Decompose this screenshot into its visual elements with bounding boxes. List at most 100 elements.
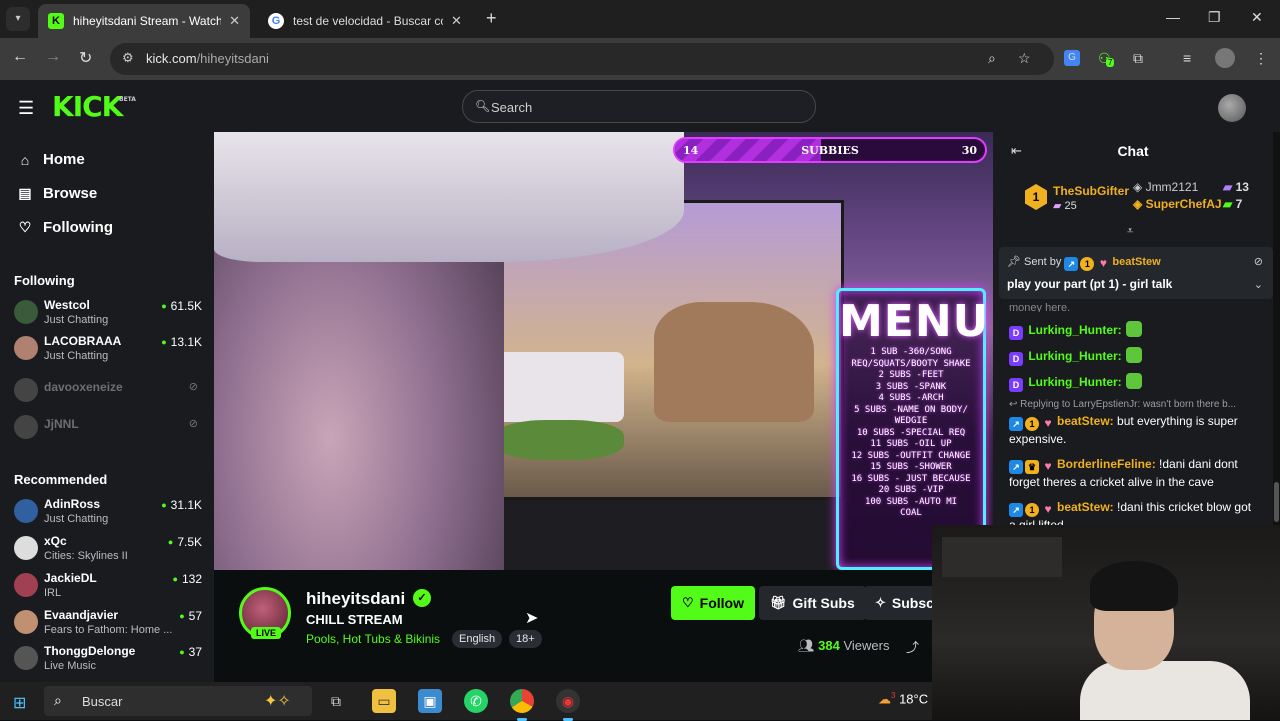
taskbar-search[interactable]: ⌕ Buscar ✦✧ bbox=[44, 686, 312, 716]
chrome-menu-icon[interactable]: ⋮ bbox=[1254, 50, 1268, 67]
hamburger-menu-icon[interactable]: ☰ bbox=[18, 98, 34, 119]
nav-home[interactable]: ⌂ Home bbox=[16, 151, 85, 168]
sub-goal-target: 30 bbox=[961, 144, 977, 157]
pin-toggle-icon[interactable]: ⩡ bbox=[1127, 225, 1133, 238]
sidebar-channel-westcol[interactable]: Westcol Just Chatting 61.5K bbox=[14, 298, 204, 330]
sidebar-channel-jackiedl[interactable]: JackieDL IRL 132 bbox=[14, 571, 204, 603]
video-player[interactable]: 14 SUBBIES 30 MENU 1 SUB -360/SONG REQ/SQ… bbox=[214, 132, 993, 570]
pinned-header: 📌︎ Sent by ↗ 1 ♥ beatStew bbox=[1007, 256, 1161, 271]
sidebar-channel-jjnnl[interactable]: JjNNL ⊘ bbox=[14, 409, 204, 441]
browser-tab-strip: ▾ K hiheyitsdani Stream - Watch Live ✕ G… bbox=[0, 0, 1280, 38]
mouse-cursor-icon: ➤ bbox=[525, 610, 539, 627]
reply-context: ↩ Replying to LarryEpstienJr: wasn't bor… bbox=[1009, 399, 1237, 410]
windows-taskbar: ⊞ ⌕ Buscar ✦✧ ⧉ ▭ ▣ ✆ ◉ ☁3 18°C bbox=[0, 682, 932, 721]
tab-google[interactable]: G test de velocidad - Buscar con G ✕ bbox=[258, 4, 478, 38]
sparkle-icon: ✦✧ bbox=[264, 693, 291, 710]
forward-icon[interactable]: → bbox=[45, 48, 61, 66]
site-header: ☰ KICK BETA 🔍︎ Search bbox=[0, 80, 1280, 132]
sidebar-channel-evaandjavier[interactable]: Evaandjavier Fears to Fathom: Home ... 5… bbox=[14, 608, 204, 640]
obs-icon[interactable]: ◉ bbox=[556, 689, 580, 721]
chat-message: D Lurking_Hunter: bbox=[1009, 373, 1261, 392]
chat-panel: Chat ⇤ 1 TheSubGifter ▰ 25 ◈ Jmm2121 ▰ 1… bbox=[993, 132, 1273, 525]
weather-icon: ☁ bbox=[878, 691, 891, 707]
google-favicon-icon: G bbox=[268, 13, 284, 29]
sidebar-channel-thonggdelonge[interactable]: ThonggDelonge Live Music 37 bbox=[14, 644, 204, 676]
media-control-icon[interactable]: ≡ bbox=[1183, 50, 1191, 66]
nav-following[interactable]: ♡ Following bbox=[16, 219, 113, 236]
nav-browse[interactable]: ▤ Browse bbox=[16, 185, 97, 202]
pinned-message[interactable]: 📌︎ Sent by ↗ 1 ♥ beatStew ⊘ play your part … bbox=[999, 247, 1273, 299]
collapse-chat-icon[interactable]: ⇤ bbox=[1011, 143, 1022, 159]
tab-search-button[interactable]: ▾ bbox=[6, 7, 30, 31]
share-icon[interactable]: ⤴ bbox=[906, 637, 919, 656]
chevron-down-icon[interactable]: ⌄ bbox=[1254, 278, 1263, 291]
tab-kick[interactable]: K hiheyitsdani Stream - Watch Live ✕ bbox=[38, 4, 250, 38]
heart-icon: ♡ bbox=[682, 595, 694, 610]
gifter-jmm2121[interactable]: ◈ Jmm2121 bbox=[1133, 180, 1198, 194]
weather-widget[interactable]: ☁3 18°C bbox=[878, 691, 928, 707]
gifter-superchefaj[interactable]: ◈ SuperChefAJ bbox=[1133, 197, 1222, 211]
gifter-count: ▰ 7 bbox=[1223, 197, 1243, 211]
browse-icon: ▤ bbox=[18, 185, 32, 201]
menu-line: 15 SUBS -SHOWER bbox=[870, 462, 952, 472]
new-tab-button[interactable]: + bbox=[486, 8, 497, 29]
avatar bbox=[14, 499, 38, 523]
reload-icon[interactable]: ↻ bbox=[79, 48, 92, 68]
sidebar-channel-lacobraaa[interactable]: LACOBRAAA Just Chatting 13.1K bbox=[14, 334, 204, 366]
whatsapp-icon[interactable]: ✆ bbox=[464, 689, 488, 713]
search-input[interactable]: 🔍︎ Search bbox=[462, 90, 816, 123]
sidebar-channel-davooxeneize[interactable]: davooxeneize ⊘ bbox=[14, 372, 204, 404]
menu-line: 1 SUB -360/SONG bbox=[870, 347, 952, 357]
profile-avatar[interactable] bbox=[1215, 48, 1235, 68]
unpin-icon[interactable]: ⊘ bbox=[1254, 255, 1263, 268]
avatar bbox=[14, 573, 38, 597]
back-icon[interactable]: ← bbox=[12, 48, 28, 66]
subscribe-button[interactable]: ✧Subscribe bbox=[864, 586, 934, 620]
emote-icon bbox=[1125, 321, 1142, 337]
stream-title: CHILL STREAM bbox=[306, 612, 403, 627]
task-view-icon[interactable]: ⧉ bbox=[324, 689, 348, 713]
extensions-puzzle-icon[interactable]: ⧉ bbox=[1133, 50, 1143, 67]
chrome-icon[interactable] bbox=[510, 689, 534, 721]
store-icon[interactable]: ▣ bbox=[418, 689, 442, 713]
live-badge: LIVE bbox=[251, 627, 282, 639]
close-tab-icon[interactable]: ✕ bbox=[451, 13, 462, 29]
site-info-icon[interactable]: ⚙ bbox=[122, 50, 134, 66]
tag-english[interactable]: English bbox=[452, 630, 503, 648]
chat-message: ↗ ♛ ♥ BorderlineFeline: !dani dani dont for… bbox=[1009, 457, 1238, 489]
windows-start-icon[interactable]: ⊞ bbox=[13, 693, 26, 713]
address-bar[interactable]: ⚙ kick.com/hiheyitsdani ⌕ ☆ bbox=[110, 43, 1054, 75]
top-gifter-name[interactable]: TheSubGifter bbox=[1053, 184, 1129, 198]
restore-icon[interactable]: ❐ bbox=[1208, 9, 1221, 26]
chat-scrollbar[interactable] bbox=[1273, 132, 1280, 525]
taskbar-search-placeholder: Buscar bbox=[82, 694, 123, 709]
zoom-icon[interactable]: ⌕ bbox=[988, 50, 996, 67]
gift-subs-button[interactable]: 🎁︎ Gift Subs bbox=[759, 586, 866, 620]
close-window-icon[interactable]: ✕ bbox=[1251, 9, 1263, 26]
follow-button[interactable]: ♡ Follow bbox=[671, 586, 755, 620]
avatar bbox=[14, 646, 38, 670]
translate-extension-icon[interactable]: G bbox=[1064, 50, 1080, 66]
avatar bbox=[14, 536, 38, 560]
streamer-name[interactable]: hiheyitsdani bbox=[306, 589, 405, 609]
stream-info: LIVE hiheyitsdani ✓ CHILL STREAM Pools, … bbox=[214, 570, 934, 682]
close-tab-icon[interactable]: ✕ bbox=[229, 13, 240, 29]
following-heading: Following bbox=[14, 273, 75, 288]
stream-category-link[interactable]: Pools, Hot Tubs & Bikinis bbox=[306, 632, 440, 646]
bookmark-star-icon[interactable]: ☆ bbox=[1018, 50, 1031, 67]
user-avatar[interactable] bbox=[1218, 94, 1246, 122]
browser-toolbar: ← → ↻ ⚙ kick.com/hiheyitsdani ⌕ ☆ G ⚇ 7 ⧉… bbox=[0, 38, 1280, 80]
kick-logo[interactable]: KICK BETA bbox=[52, 90, 136, 123]
tag-18plus[interactable]: 18+ bbox=[509, 630, 542, 648]
avatar bbox=[14, 610, 38, 634]
sidebar-channel-xqc[interactable]: xQc Cities: Skylines II 7.5K bbox=[14, 534, 204, 566]
video-scene-shirt bbox=[214, 132, 684, 262]
extension-icon[interactable]: ⚇ 7 bbox=[1098, 50, 1115, 67]
tab-title: hiheyitsdani Stream - Watch Live bbox=[73, 14, 222, 28]
kick-favicon-icon: K bbox=[48, 13, 64, 29]
verified-check-icon: ✓ bbox=[413, 589, 431, 607]
sub-goal-label: SUBBIES bbox=[801, 144, 859, 157]
file-explorer-icon[interactable]: ▭ bbox=[372, 689, 396, 713]
minimize-icon[interactable]: — bbox=[1166, 9, 1180, 25]
sidebar-channel-adinross[interactable]: AdinRoss Just Chatting 31.1K bbox=[14, 497, 204, 529]
